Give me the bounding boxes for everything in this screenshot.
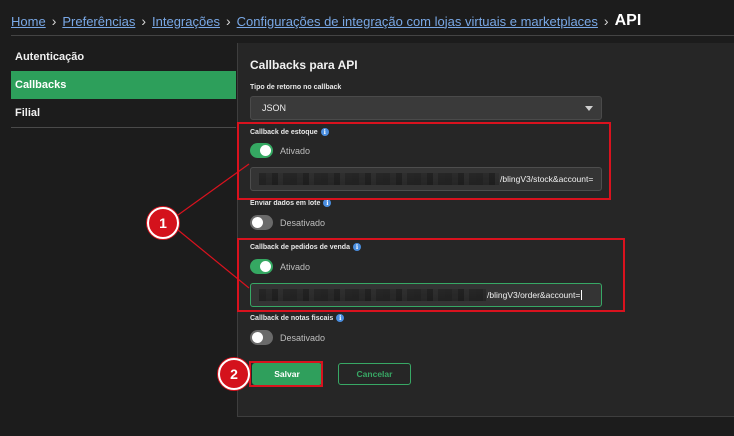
callbacks-panel: Callbacks para API Tipo de retorno no ca… <box>237 43 734 417</box>
orders-callback-toggle-row: Ativado <box>250 259 310 274</box>
batch-toggle-label: Desativado <box>280 217 326 228</box>
orders-callback-toggle-label: Ativado <box>280 261 311 272</box>
return-type-label-text: Tipo de retorno no callback <box>250 84 342 91</box>
redacted-url-part <box>259 173 499 185</box>
caret-down-icon <box>585 106 593 111</box>
invoices-callback-label-text: Callback de notas fiscais <box>250 314 334 322</box>
return-type-select[interactable]: JSON <box>250 96 602 120</box>
chevron-right-icon: › <box>225 13 231 29</box>
invoices-callback-toggle-row: Desativado <box>250 330 325 345</box>
info-icon[interactable]: i <box>352 243 361 251</box>
orders-callback-label-text: Callback de pedidos de venda <box>250 243 350 251</box>
batch-toggle-row: Desativado <box>250 215 325 230</box>
orders-callback-url-text: /blingV3/order&account= <box>487 290 581 300</box>
toggle-knob <box>260 145 271 156</box>
orders-callback-url-input[interactable]: /blingV3/order&account= <box>250 283 602 307</box>
breadcrumb-integracoes[interactable]: Integrações <box>152 14 220 29</box>
sidebar: Autenticação Callbacks Filial <box>11 43 236 128</box>
breadcrumb: Home › Preferências › Integrações › Conf… <box>11 11 641 31</box>
invoices-callback-toggle-label: Desativado <box>280 332 326 343</box>
save-button[interactable]: Salvar <box>252 363 322 385</box>
stock-callback-toggle[interactable] <box>250 143 273 158</box>
info-icon[interactable]: i <box>323 199 332 207</box>
cancel-button[interactable]: Cancelar <box>338 363 411 385</box>
stock-callback-url-text: /blingV3/stock&account= <box>500 174 594 184</box>
stock-callback-toggle-row: Ativado <box>250 143 310 158</box>
breadcrumb-home[interactable]: Home <box>11 14 46 29</box>
breadcrumb-preferencias[interactable]: Preferências <box>62 14 135 29</box>
annotation-badge-1: 1 <box>147 207 179 239</box>
toggle-knob <box>260 261 271 272</box>
return-type-label: Tipo de retorno no callback <box>250 84 341 91</box>
sidebar-item-filial[interactable]: Filial <box>11 99 236 127</box>
stock-callback-label: Callback de estoque i <box>250 128 329 136</box>
breadcrumb-configuracoes[interactable]: Configurações de integração com lojas vi… <box>237 14 598 29</box>
sidebar-item-autenticacao[interactable]: Autenticação <box>11 43 236 71</box>
stock-callback-url-input[interactable]: /blingV3/stock&account= <box>250 167 602 191</box>
batch-label: Enviar dados em lote i <box>250 199 332 207</box>
orders-callback-toggle[interactable] <box>250 259 273 274</box>
orders-callback-label: Callback de pedidos de venda i <box>250 243 361 251</box>
toggle-knob <box>252 332 263 343</box>
chevron-right-icon: › <box>51 13 57 29</box>
sidebar-item-callbacks[interactable]: Callbacks <box>11 71 236 99</box>
header-divider <box>11 35 734 36</box>
chevron-right-icon: › <box>603 13 609 29</box>
info-icon[interactable]: i <box>336 314 345 322</box>
batch-toggle[interactable] <box>250 215 273 230</box>
stock-callback-label-text: Callback de estoque <box>250 128 318 136</box>
chevron-right-icon: › <box>141 13 147 29</box>
page-title: API <box>614 12 642 29</box>
stock-callback-toggle-label: Ativado <box>280 145 311 156</box>
panel-title: Callbacks para API <box>250 58 358 72</box>
toggle-knob <box>252 217 263 228</box>
invoices-callback-toggle[interactable] <box>250 330 273 345</box>
invoices-callback-label: Callback de notas fiscais i <box>250 314 345 322</box>
info-icon[interactable]: i <box>320 128 329 136</box>
batch-label-text: Enviar dados em lote <box>250 199 321 207</box>
sidebar-divider <box>11 127 236 128</box>
return-type-value: JSON <box>262 103 287 113</box>
redacted-url-part <box>259 289 486 301</box>
text-cursor <box>581 290 583 300</box>
annotation-badge-2: 2 <box>218 358 250 390</box>
